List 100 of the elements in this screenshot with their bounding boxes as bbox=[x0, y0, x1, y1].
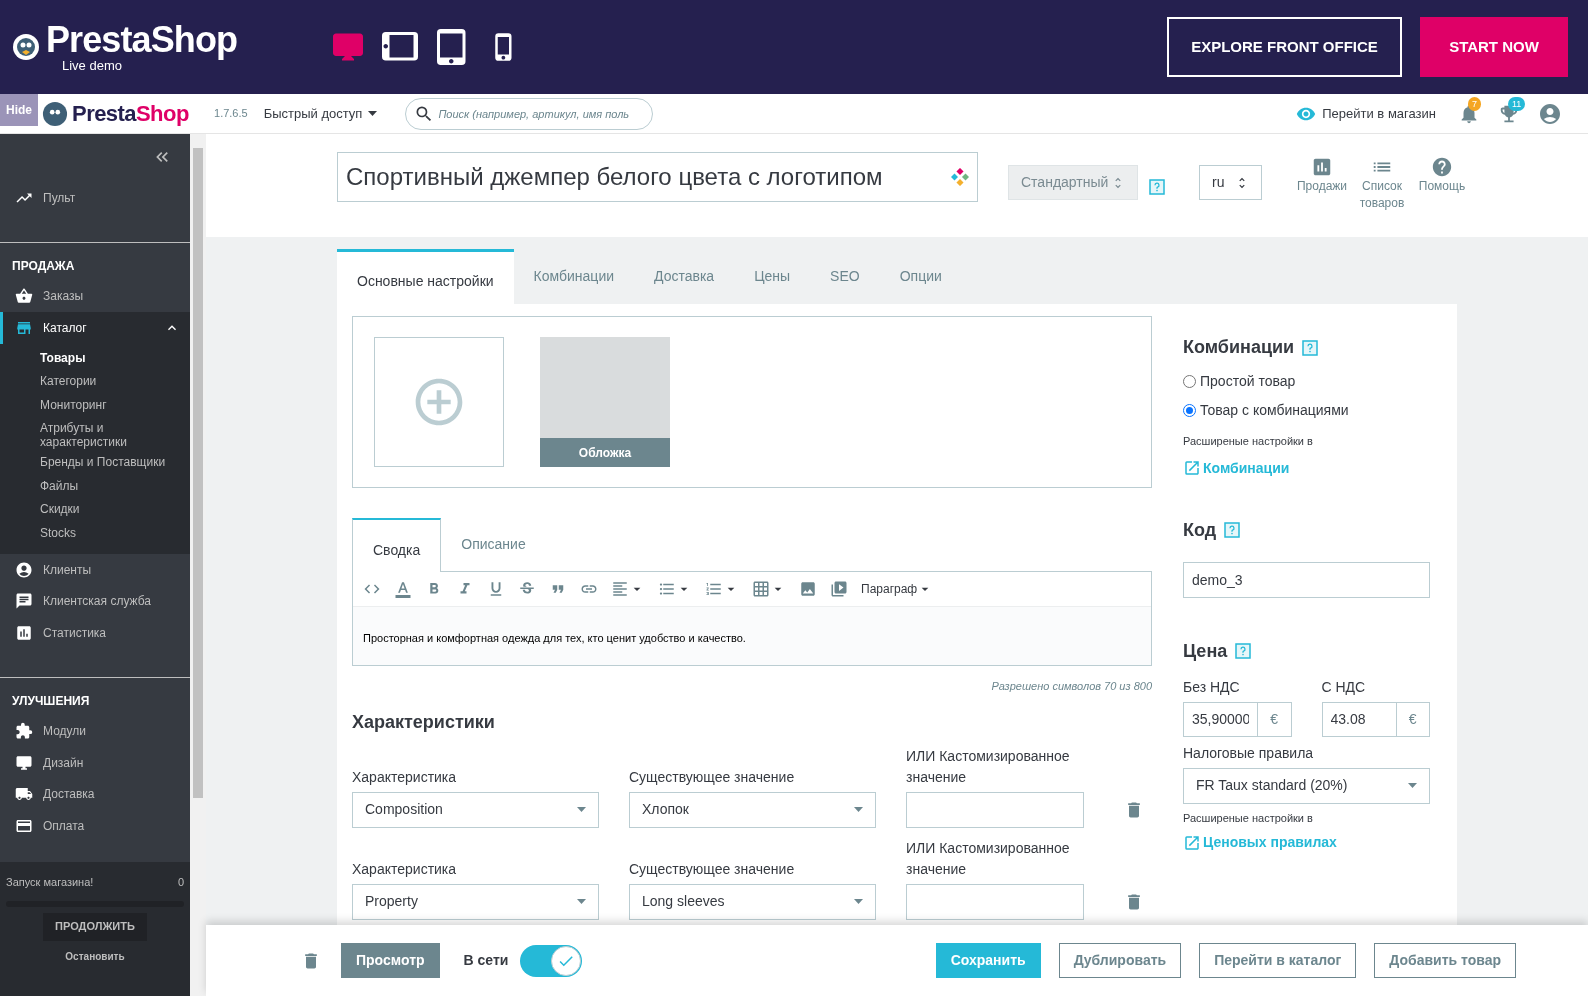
note-text: Расширеные настройки в bbox=[1183, 434, 1314, 449]
currency-addon: € bbox=[1396, 701, 1430, 737]
caret-icon[interactable] bbox=[368, 111, 378, 116]
logo-text[interactable]: PrestaShop bbox=[46, 21, 238, 59]
field-label: С НДС bbox=[1321, 677, 1367, 697]
field-label: Характеристика bbox=[352, 767, 458, 787]
sidebar-item[interactable]: Статистика bbox=[0, 617, 190, 649]
note-text: Расширеные настройки в bbox=[1183, 810, 1314, 826]
submenu-item[interactable]: Файлы bbox=[0, 475, 190, 499]
custom-value-field[interactable] bbox=[906, 791, 1084, 828]
currency-addon: € bbox=[1258, 701, 1292, 737]
section-heading: Характеристики bbox=[352, 710, 496, 734]
count-badge: 11 bbox=[1508, 96, 1526, 111]
feature-select[interactable]: Composition bbox=[352, 791, 599, 828]
section-title: ПРОДАЖА bbox=[11, 257, 76, 275]
toolbar-link[interactable]: Продажи bbox=[1294, 156, 1350, 212]
paragraph-dropdown[interactable]: Параграф bbox=[861, 580, 934, 598]
table-icon[interactable] bbox=[752, 580, 770, 598]
preview-button[interactable]: Просмотр bbox=[341, 943, 440, 978]
explore-button[interactable]: EXPLORE FRONT OFFICE bbox=[1167, 17, 1402, 77]
section-title: УЛУЧШЕНИЯ bbox=[11, 692, 91, 710]
online-toggle[interactable] bbox=[520, 944, 583, 977]
submenu-item[interactable]: Мониторинг bbox=[0, 394, 190, 418]
continue-button[interactable]: ПРОДОЛЖИТЬ bbox=[43, 912, 147, 941]
radio-option[interactable]: Простой товар bbox=[1183, 371, 1430, 392]
action-button[interactable]: Добавить товар bbox=[1374, 943, 1516, 978]
logo-icon bbox=[12, 33, 40, 61]
help-icon[interactable] bbox=[1302, 339, 1319, 356]
tab[interactable]: Описание bbox=[441, 518, 546, 571]
toolbar-link[interactable]: Список товаров bbox=[1354, 156, 1410, 212]
sidebar-item[interactable]: Модули bbox=[0, 715, 190, 747]
user-icon[interactable] bbox=[1538, 101, 1562, 126]
help-icon[interactable] bbox=[1235, 643, 1252, 659]
image-icon[interactable] bbox=[799, 580, 817, 598]
field-label: Без НДС bbox=[1183, 677, 1241, 697]
help-icon bbox=[1431, 156, 1453, 178]
section-heading: Код bbox=[1183, 518, 1217, 542]
custom-value-field[interactable] bbox=[906, 883, 1084, 920]
section-heading: Цена bbox=[1183, 639, 1228, 663]
submenu-item[interactable]: Категории bbox=[0, 371, 190, 395]
tab[interactable]: Комбинации bbox=[513, 249, 635, 304]
sidebar-item[interactable]: Клиентская служба bbox=[0, 585, 190, 617]
tab[interactable]: SEO bbox=[810, 249, 880, 304]
action-button[interactable]: Дублировать bbox=[1058, 943, 1182, 978]
tax-rule-select[interactable]: FR Taux standard (20%) bbox=[1183, 767, 1430, 804]
help-icon[interactable] bbox=[1224, 522, 1241, 538]
feature-select[interactable]: Property bbox=[352, 883, 599, 920]
product-name-field[interactable]: Спортивный джемпер белого цвета с логотипом bbox=[337, 152, 978, 202]
toolbar-link[interactable]: Помощь bbox=[1414, 156, 1470, 212]
external-link-icon bbox=[1183, 833, 1201, 852]
section-heading: Комбинации bbox=[1183, 336, 1295, 359]
language-select[interactable]: ru bbox=[1199, 165, 1262, 200]
radio-option[interactable]: Товар с комбинациями bbox=[1183, 400, 1430, 421]
puzzle-icon bbox=[15, 722, 33, 741]
submenu-item[interactable]: Stocks bbox=[0, 522, 190, 546]
logo-text[interactable]: PrestaShop bbox=[72, 97, 189, 130]
code-field[interactable]: demo_3 bbox=[1183, 561, 1430, 598]
bar-chart-icon bbox=[15, 623, 33, 642]
tab[interactable]: Сводка bbox=[352, 518, 442, 572]
character-counter: Разрешено символов 70 из 800 bbox=[990, 679, 1152, 694]
upload-tile[interactable] bbox=[374, 337, 504, 467]
submenu-item[interactable]: Товары bbox=[0, 347, 190, 371]
sidebar-item[interactable]: Дизайн bbox=[0, 747, 190, 779]
sidebar-item[interactable]: Доставка bbox=[0, 778, 190, 810]
field-label: Существующее значение bbox=[629, 767, 796, 787]
quick-access-dropdown[interactable]: Быстрый доступ bbox=[263, 103, 378, 124]
price-field[interactable]: 43.08 bbox=[1321, 701, 1397, 737]
text-editor[interactable]: Параграф Просторная и комфортная одежда для тех, кто ценит удобство и качество. bbox=[352, 571, 1152, 666]
launch-percent: 0 bbox=[177, 875, 184, 890]
person-icon bbox=[15, 560, 33, 579]
submenu-item[interactable]: Бренды и Поставщики bbox=[0, 452, 190, 476]
monitor-icon bbox=[15, 753, 33, 772]
action-button[interactable]: Перейти в каталог bbox=[1199, 943, 1357, 978]
sidebar-item[interactable]: Пульт bbox=[0, 182, 190, 214]
sidebar-item[interactable]: Оплата bbox=[0, 810, 190, 842]
price-field[interactable]: 35,90000 bbox=[1183, 701, 1258, 737]
diamond-icon bbox=[951, 168, 969, 186]
sidebar-item[interactable]: Клиенты bbox=[0, 554, 190, 586]
tab[interactable]: Основные настройки bbox=[337, 249, 514, 304]
stop-link[interactable]: Остановить bbox=[65, 948, 125, 964]
field-label: ИЛИ Кастомизированное значение bbox=[906, 746, 1071, 787]
cover-caption: Обложка bbox=[540, 438, 670, 467]
chat-icon bbox=[15, 592, 33, 611]
online-label: В сети bbox=[463, 951, 509, 970]
text-color-icon[interactable] bbox=[394, 580, 412, 598]
numbered-list-icon[interactable] bbox=[705, 580, 723, 598]
basket-icon bbox=[15, 287, 33, 306]
video-icon[interactable] bbox=[830, 580, 848, 598]
value-select[interactable]: Long sleeves bbox=[629, 883, 876, 920]
start-button[interactable]: START NOW bbox=[1420, 17, 1568, 77]
help-icon[interactable] bbox=[1149, 179, 1165, 195]
submenu-item[interactable]: Атрибуты и характеристики bbox=[0, 418, 190, 452]
view-shop-link[interactable]: Перейти в магазин bbox=[1296, 103, 1436, 124]
version-text: 1.7.6.5 bbox=[214, 106, 248, 122]
submenu-item[interactable]: Скидки bbox=[0, 499, 190, 523]
count-badge: 7 bbox=[1468, 96, 1481, 111]
search-field[interactable]: Поиск (например, артикул, имя поль bbox=[405, 97, 654, 130]
value-select[interactable]: Хлопок bbox=[629, 791, 876, 828]
sidebar-item[interactable]: Заказы bbox=[0, 280, 190, 312]
field-label: Характеристика bbox=[352, 859, 458, 879]
